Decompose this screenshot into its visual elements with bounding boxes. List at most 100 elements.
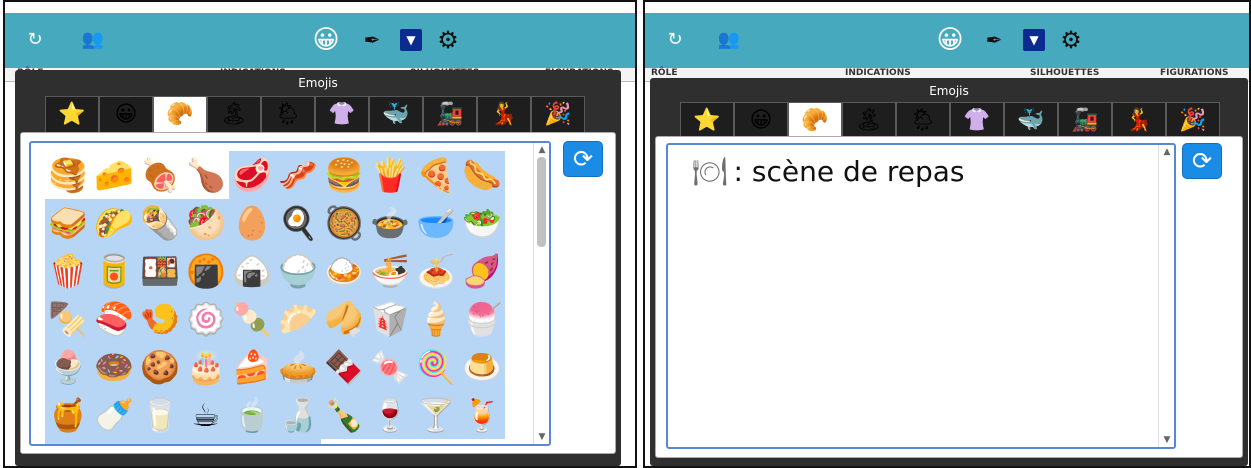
emoji-item[interactable]: 🍗	[183, 151, 229, 199]
emoji-item[interactable]: 🍰	[229, 343, 275, 391]
tab-objects[interactable]: 🚂	[423, 96, 477, 132]
emoji-item[interactable]: 🍮	[459, 343, 505, 391]
emoji-item[interactable]: 🍫	[321, 343, 367, 391]
emoji-item[interactable]: 🥄	[413, 439, 459, 444]
tab-favorites[interactable]: ⭐	[680, 102, 734, 138]
tab-food[interactable]: 🥐	[788, 102, 842, 138]
tab-clothing[interactable]: 👚	[315, 96, 369, 132]
tab-activities[interactable]: 💃	[477, 96, 531, 132]
emoji-item[interactable]: 🍥	[183, 295, 229, 343]
group-icon[interactable]: 👥	[717, 28, 741, 52]
emoji-item[interactable]: 🥗	[459, 199, 505, 247]
group-icon[interactable]: 👥	[81, 28, 105, 52]
emoji-item[interactable]: 🌯	[137, 199, 183, 247]
emoji-item[interactable]: 🥫	[91, 247, 137, 295]
emoji-item[interactable]: 🥓	[275, 151, 321, 199]
emoji-item[interactable]: 🥙	[183, 199, 229, 247]
tab-activities[interactable]: 💃	[1112, 102, 1166, 138]
emoji-item[interactable]: 🍾	[321, 391, 367, 439]
emoji-description-box[interactable]: 🍽 : scène de repas ▲ ▼	[666, 143, 1176, 449]
scroll-down-icon[interactable]: ▼	[534, 430, 549, 444]
emoji-item[interactable]: 🏺	[459, 439, 505, 444]
emoji-item[interactable]: 🍺	[45, 439, 91, 444]
emoji-item[interactable]: 🍠	[459, 247, 505, 295]
dropdown-icon[interactable]: ▼	[400, 29, 422, 51]
emoji-item[interactable]: 🍱	[137, 247, 183, 295]
emoji-item[interactable]: 🥡	[367, 295, 413, 343]
emoji-item[interactable]: 🍷	[367, 391, 413, 439]
tab-travel[interactable]: 🏝	[842, 102, 896, 138]
tab-objects[interactable]: 🚂	[1058, 102, 1112, 138]
emoji-item[interactable]: 🌭	[459, 151, 505, 199]
refresh-icon[interactable]: ↻	[23, 28, 47, 52]
emoji-item[interactable]: 🍦	[413, 295, 459, 343]
tab-celebration[interactable]: 🎉	[1166, 102, 1220, 138]
emoji-item[interactable]: 🍳	[275, 199, 321, 247]
emoji-item[interactable]: 🥩	[229, 151, 275, 199]
tab-food[interactable]: 🥐	[153, 96, 207, 132]
emoji-item[interactable]: 🍼	[91, 391, 137, 439]
emoji-item[interactable]: 🍲	[367, 199, 413, 247]
gear-icon[interactable]: ⚙	[1059, 28, 1083, 52]
emoji-item[interactable]: 🥟	[275, 295, 321, 343]
tab-animals[interactable]: 🐳	[1004, 102, 1058, 138]
emoji-item[interactable]: 🎂	[183, 343, 229, 391]
emoji-item[interactable]: 🍩	[91, 343, 137, 391]
emoji-item[interactable]: ☕	[183, 391, 229, 439]
tab-smileys[interactable]: 😀	[99, 96, 153, 132]
tab-celebration[interactable]: 🎉	[531, 96, 585, 132]
emoji-item[interactable]: 🥃	[183, 439, 229, 444]
emoji-item[interactable]: 🍽	[321, 439, 367, 444]
tab-clothing[interactable]: 👚	[950, 102, 1004, 138]
scroll-thumb[interactable]	[537, 157, 546, 247]
refresh-icon[interactable]: ↻	[663, 28, 687, 52]
tab-animals[interactable]: 🐳	[369, 96, 423, 132]
emoji-item[interactable]: 🥞	[45, 151, 91, 199]
emoji-item[interactable]: 🍸	[413, 391, 459, 439]
emoji-item[interactable]: 🍯	[45, 391, 91, 439]
emoji-item[interactable]: 🥛	[137, 391, 183, 439]
emoji-item[interactable]: 🍹	[459, 391, 505, 439]
gear-icon[interactable]: ⚙	[436, 28, 460, 52]
emoji-item[interactable]: 🥧	[275, 343, 321, 391]
tab-weather[interactable]: 🌦	[261, 96, 315, 132]
desc-scrollbar[interactable]: ▲ ▼	[1158, 145, 1174, 447]
emoji-item[interactable]: 🍪	[137, 343, 183, 391]
emoji-item[interactable]: 🍕	[413, 151, 459, 199]
emoji-item[interactable]: 🍵	[229, 391, 275, 439]
emoji-item[interactable]: 🍖	[137, 151, 183, 199]
emoji-item[interactable]: 🍭	[413, 343, 459, 391]
emoji-item[interactable]: 🍧	[459, 295, 505, 343]
emoji-item[interactable]: 🍬	[367, 343, 413, 391]
emoji-item[interactable]: 🥪	[45, 199, 91, 247]
emoji-item[interactable]: 🥠	[321, 295, 367, 343]
emoji-item[interactable]: 🥢	[275, 439, 321, 444]
emoji-item[interactable]: 🍶	[275, 391, 321, 439]
emoji-item[interactable]: 🍿	[45, 247, 91, 295]
emoji-item[interactable]: 🍛	[321, 247, 367, 295]
tab-smileys[interactable]: 😀	[734, 102, 788, 138]
emoji-item[interactable]: 🍚	[275, 247, 321, 295]
emoji-item[interactable]: 🍙	[229, 247, 275, 295]
pen-icon[interactable]: ✒	[360, 28, 384, 52]
emoji-item[interactable]: 🥤	[229, 439, 275, 444]
emoji-item[interactable]: 🌮	[91, 199, 137, 247]
dropdown-icon[interactable]: ▼	[1023, 29, 1045, 51]
pen-icon[interactable]: ✒	[982, 28, 1006, 52]
emoji-item[interactable]: 🍡	[229, 295, 275, 343]
emoji-item[interactable]: 🥣	[413, 199, 459, 247]
emoji-item[interactable]: 🍜	[367, 247, 413, 295]
emoji-item[interactable]: 🧀	[91, 151, 137, 199]
emoji-item[interactable]: 🥂	[137, 439, 183, 444]
refresh-button[interactable]: ⟳	[1182, 143, 1222, 179]
refresh-button[interactable]: ⟳	[563, 141, 603, 177]
emoji-toolbar-icon[interactable]: 😀	[310, 24, 342, 56]
emoji-toolbar-icon[interactable]: 😀	[934, 24, 966, 56]
emoji-item[interactable]: 🥘	[321, 199, 367, 247]
emoji-item[interactable]: 🍢	[45, 295, 91, 343]
emoji-item[interactable]: 🍤	[137, 295, 183, 343]
emoji-item[interactable]: 🍨	[45, 343, 91, 391]
scroll-up-icon[interactable]: ▲	[534, 143, 549, 157]
emoji-grid-box[interactable]: 🥞 🧀 🍖 🍗 🥩 🥓 🍔 🍟 🍕 🌭 🥪 🌮 🌯 🥙 🥚 🍳 🥘 🍲 🥣 🥗 🍿 🥫 🍱 🍘 🍙 🍚 🍛 🍜 🍝 🍠 🍢 🍣 🍤 🍥 🍡 🥟 🥠 🥡 🍦 🍧…	[29, 141, 551, 446]
grid-scrollbar[interactable]: ▲ ▼	[533, 143, 549, 444]
